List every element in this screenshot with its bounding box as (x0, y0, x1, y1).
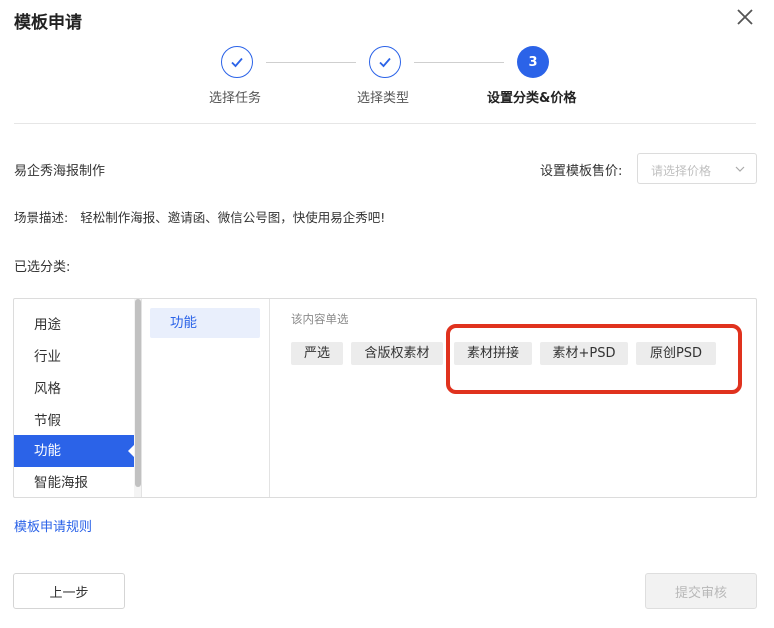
category-item-style[interactable]: 风格 (14, 373, 134, 405)
step-3-label: 设置分类&价格 (487, 91, 577, 106)
category-item-smart-poster[interactable]: 智能海报 (14, 467, 134, 497)
category-scrollbar[interactable] (134, 299, 141, 497)
category-item-function[interactable]: 功能 (14, 435, 134, 467)
category-item-holiday[interactable]: 节假 (14, 405, 134, 437)
subcategory-item-function[interactable]: 功能 (150, 308, 260, 338)
single-select-hint: 该内容单选 (291, 312, 349, 326)
header-divider (14, 123, 756, 124)
step-connector-1 (266, 62, 356, 63)
dialog-title: 模板申请 (14, 13, 82, 33)
category-item-usage[interactable]: 用途 (14, 309, 134, 341)
tag-yanxuan[interactable]: 严选 (291, 342, 343, 365)
step-2-label: 选择类型 (357, 91, 410, 106)
scrollbar-thumb[interactable] (135, 299, 141, 487)
category-list: 用途 行业 风格 节假 功能 智能海报 (14, 299, 142, 497)
annotation-highlight-box (446, 324, 742, 394)
description-text: 轻松制作海报、邀请函、微信公号图，快使用易企秀吧! (80, 210, 386, 225)
app-name: 易企秀海报制作 (14, 164, 106, 179)
step-3-number: 3 (517, 46, 549, 78)
price-label: 设置模板售价: (540, 164, 623, 179)
step-1-label: 选择任务 (209, 91, 262, 106)
chevron-down-icon (735, 166, 745, 172)
template-rules-link[interactable]: 模板申请规则 (14, 516, 92, 535)
step-1-check-icon (221, 46, 253, 78)
description-label: 场景描述: (14, 210, 69, 225)
price-select[interactable]: 请选择价格 (637, 153, 757, 184)
category-panel: 用途 行业 风格 节假 功能 智能海报 功能 该内容单选 严选 含版权素材 素材… (13, 298, 757, 498)
previous-step-button[interactable]: 上一步 (13, 573, 125, 609)
step-connector-2 (414, 62, 504, 63)
step-2-check-icon (369, 46, 401, 78)
price-placeholder: 请选择价格 (651, 164, 712, 178)
selected-category-label: 已选分类: (14, 260, 71, 275)
close-icon[interactable] (734, 6, 756, 28)
scene-description: 场景描述: 轻松制作海报、邀请函、微信公号图，快使用易企秀吧! (14, 207, 385, 226)
tag-copyright-material[interactable]: 含版权素材 (351, 342, 443, 365)
category-item-industry[interactable]: 行业 (14, 341, 134, 373)
submit-review-button[interactable]: 提交审核 (645, 573, 757, 609)
subcategory-list: 功能 (142, 299, 270, 497)
